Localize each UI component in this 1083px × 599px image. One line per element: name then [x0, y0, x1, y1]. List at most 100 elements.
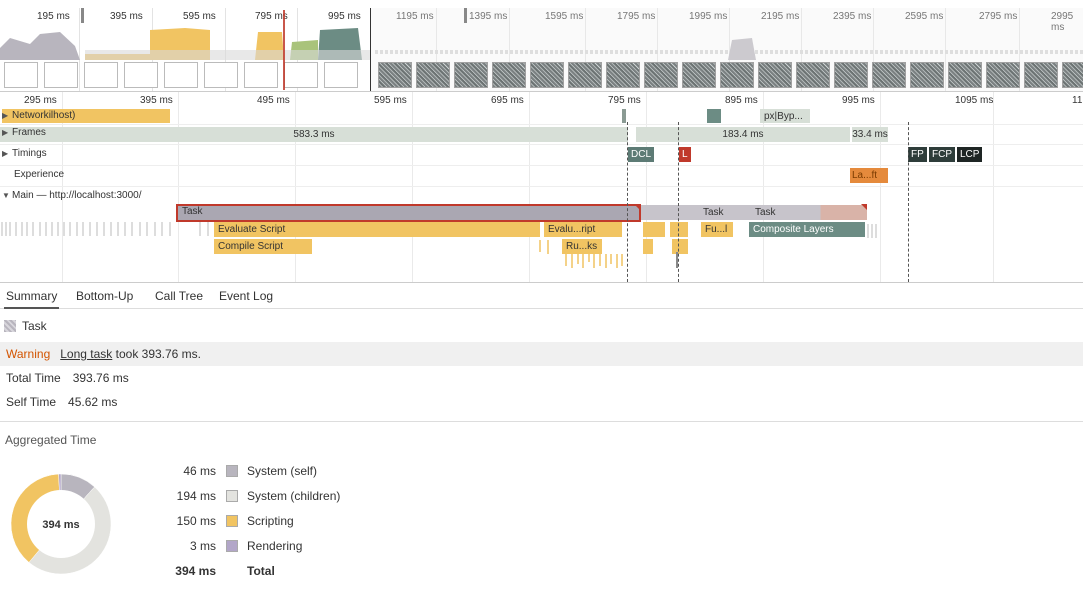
- long-task-link[interactable]: Long task: [60, 347, 112, 361]
- flame-chart[interactable]: 295 ms 395 ms 495 ms 595 ms 695 ms 795 ms 895 …: [0, 92, 1083, 282]
- track-label-network[interactable]: ▶ Networkilhost): [2, 110, 75, 121]
- legend-label: System (children): [247, 489, 341, 503]
- screenshot-thumbnail[interactable]: [164, 62, 198, 88]
- legend-total-row: 394 ms Total: [160, 564, 460, 584]
- legend-row: 194 ms System (children): [160, 489, 460, 509]
- legend-value: 46 ms: [183, 464, 216, 478]
- aggregated-time-donut: 394 ms: [10, 473, 112, 575]
- screenshot-thumbnail[interactable]: [44, 62, 78, 88]
- flame-tick-label: 995 ms: [842, 95, 875, 106]
- overview-selection-handle-left[interactable]: [81, 8, 84, 23]
- screenshot-thumbnail[interactable]: [84, 62, 118, 88]
- frame-bar-2[interactable]: 183.4 ms: [636, 127, 850, 142]
- self-time-row: Self Time 45.62 ms: [6, 395, 117, 409]
- tab-bottom-up[interactable]: Bottom-Up: [74, 283, 135, 309]
- legend-label: Rendering: [247, 539, 303, 553]
- legend-row: 150 ms Scripting: [160, 514, 460, 534]
- details-tabbar: Summary Bottom-Up Call Tree Event Log: [0, 282, 1083, 309]
- legend-value: 194 ms: [176, 489, 216, 503]
- track-label-experience: Experience: [14, 169, 65, 180]
- warning-text: took 393.76 ms.: [112, 347, 202, 361]
- load-marker-line: [678, 122, 679, 282]
- screenshot-thumbnail[interactable]: [124, 62, 158, 88]
- overview-unselected-region: [370, 8, 1083, 91]
- main-thread-ticks: [1, 222, 877, 268]
- expand-triangle-icon[interactable]: ▶: [2, 149, 12, 158]
- task-bar-selected[interactable]: Task: [176, 204, 641, 222]
- legend-swatch: [226, 465, 238, 477]
- divider: [0, 421, 1083, 422]
- flame-tick-label: 795 ms: [608, 95, 641, 106]
- legend-swatch: [226, 540, 238, 552]
- task-bar-3[interactable]: Task: [751, 205, 867, 220]
- total-time-value: 393.76 ms: [72, 371, 129, 385]
- warning-row: Warning Long task took 393.76 ms.: [0, 342, 1083, 366]
- flame-tick-label: 695 ms: [491, 95, 524, 106]
- dcl-marker-line: [627, 122, 628, 282]
- overview-cursor-line: [283, 10, 285, 90]
- legend-swatch: [226, 490, 238, 502]
- flame-tick-label: 395 ms: [140, 95, 173, 106]
- aggregated-time-heading: Aggregated Time: [5, 433, 97, 447]
- flame-tick-label: 11: [1072, 95, 1083, 106]
- legend-total-label: Total: [247, 564, 275, 578]
- timeline-overview[interactable]: 195 ms 395 ms 595 ms 795 ms 995 ms 1195 ms 139…: [0, 0, 1083, 92]
- task-bar-2[interactable]: Task: [641, 205, 751, 220]
- frame-bar-1[interactable]: 583.3 ms: [0, 127, 628, 142]
- flame-tick-label: 495 ms: [257, 95, 290, 106]
- network-item[interactable]: px|Byp...: [760, 109, 810, 123]
- screenshot-thumbnail[interactable]: [4, 62, 38, 88]
- expand-triangle-icon[interactable]: ▶: [2, 111, 12, 120]
- track-timings: DCL L FP FCP LCP: [0, 145, 1083, 166]
- warning-label: Warning: [6, 347, 51, 361]
- overview-selection-handle-right[interactable]: [464, 8, 467, 23]
- overview-tick-label: 195 ms: [37, 11, 70, 22]
- track-label-frames[interactable]: ▶ Frames: [2, 127, 46, 138]
- legend-label: Scripting: [247, 514, 294, 528]
- fp-marker-line: [908, 122, 909, 282]
- task-color-swatch: [4, 320, 16, 332]
- timing-lcp[interactable]: LCP: [957, 147, 983, 162]
- legend-value: 150 ms: [176, 514, 216, 528]
- timing-load[interactable]: L: [679, 147, 691, 162]
- timing-dcl[interactable]: DCL: [628, 147, 655, 162]
- legend-row: 46 ms System (self): [160, 464, 460, 484]
- self-time-label: Self Time: [6, 395, 57, 409]
- frame-bar-3[interactable]: 33.4 ms: [852, 127, 888, 142]
- tab-event-log[interactable]: Event Log: [217, 283, 275, 309]
- donut-center-label: 394 ms: [42, 519, 79, 531]
- track-label-main[interactable]: ▼ Main — http://localhost:3000/: [2, 190, 142, 201]
- collapse-triangle-icon[interactable]: ▼: [2, 191, 12, 200]
- track-frames: 583.3 ms 183.4 ms 33.4 ms: [0, 125, 1083, 145]
- layout-shift-chip[interactable]: La...ft: [850, 168, 888, 183]
- timing-fp[interactable]: FP: [908, 147, 927, 162]
- long-task-marker-icon: [634, 204, 640, 210]
- screenshot-thumbnail[interactable]: [244, 62, 278, 88]
- flame-tick-label: 1095 ms: [955, 95, 994, 106]
- screenshot-thumbnail[interactable]: [324, 62, 358, 88]
- flame-tick-label: 895 ms: [725, 95, 758, 106]
- network-request-marker[interactable]: [622, 109, 626, 123]
- total-time-label: Total Time: [6, 371, 61, 385]
- overview-cpu-idle-area: [85, 50, 370, 60]
- event-title: Task: [4, 319, 47, 333]
- tab-summary[interactable]: Summary: [4, 283, 60, 309]
- overview-cpu-system-area: [0, 32, 80, 60]
- screenshot-thumbnail[interactable]: [284, 62, 318, 88]
- screenshot-thumbnail[interactable]: [204, 62, 238, 88]
- expand-triangle-icon[interactable]: ▶: [2, 128, 12, 137]
- flame-tick-label: 295 ms: [24, 95, 57, 106]
- overview-tick-label: 395 ms: [110, 11, 143, 22]
- track-network: px|Byp...: [0, 108, 1083, 125]
- summary-panel: Task Warning Long task took 393.76 ms. To…: [0, 309, 1083, 599]
- overview-tick-label: 595 ms: [183, 11, 216, 22]
- tab-call-tree[interactable]: Call Tree: [153, 283, 205, 309]
- timing-fcp[interactable]: FCP: [929, 147, 955, 162]
- overview-window-edge: [370, 8, 371, 91]
- network-request-marker-2[interactable]: [707, 109, 721, 123]
- track-experience: La...ft: [0, 166, 1083, 187]
- self-time-value: 45.62 ms: [68, 395, 118, 409]
- track-label-timings[interactable]: ▶ Timings: [2, 148, 47, 159]
- overview-tick-label: 995 ms: [328, 11, 361, 22]
- legend-swatch: [226, 515, 238, 527]
